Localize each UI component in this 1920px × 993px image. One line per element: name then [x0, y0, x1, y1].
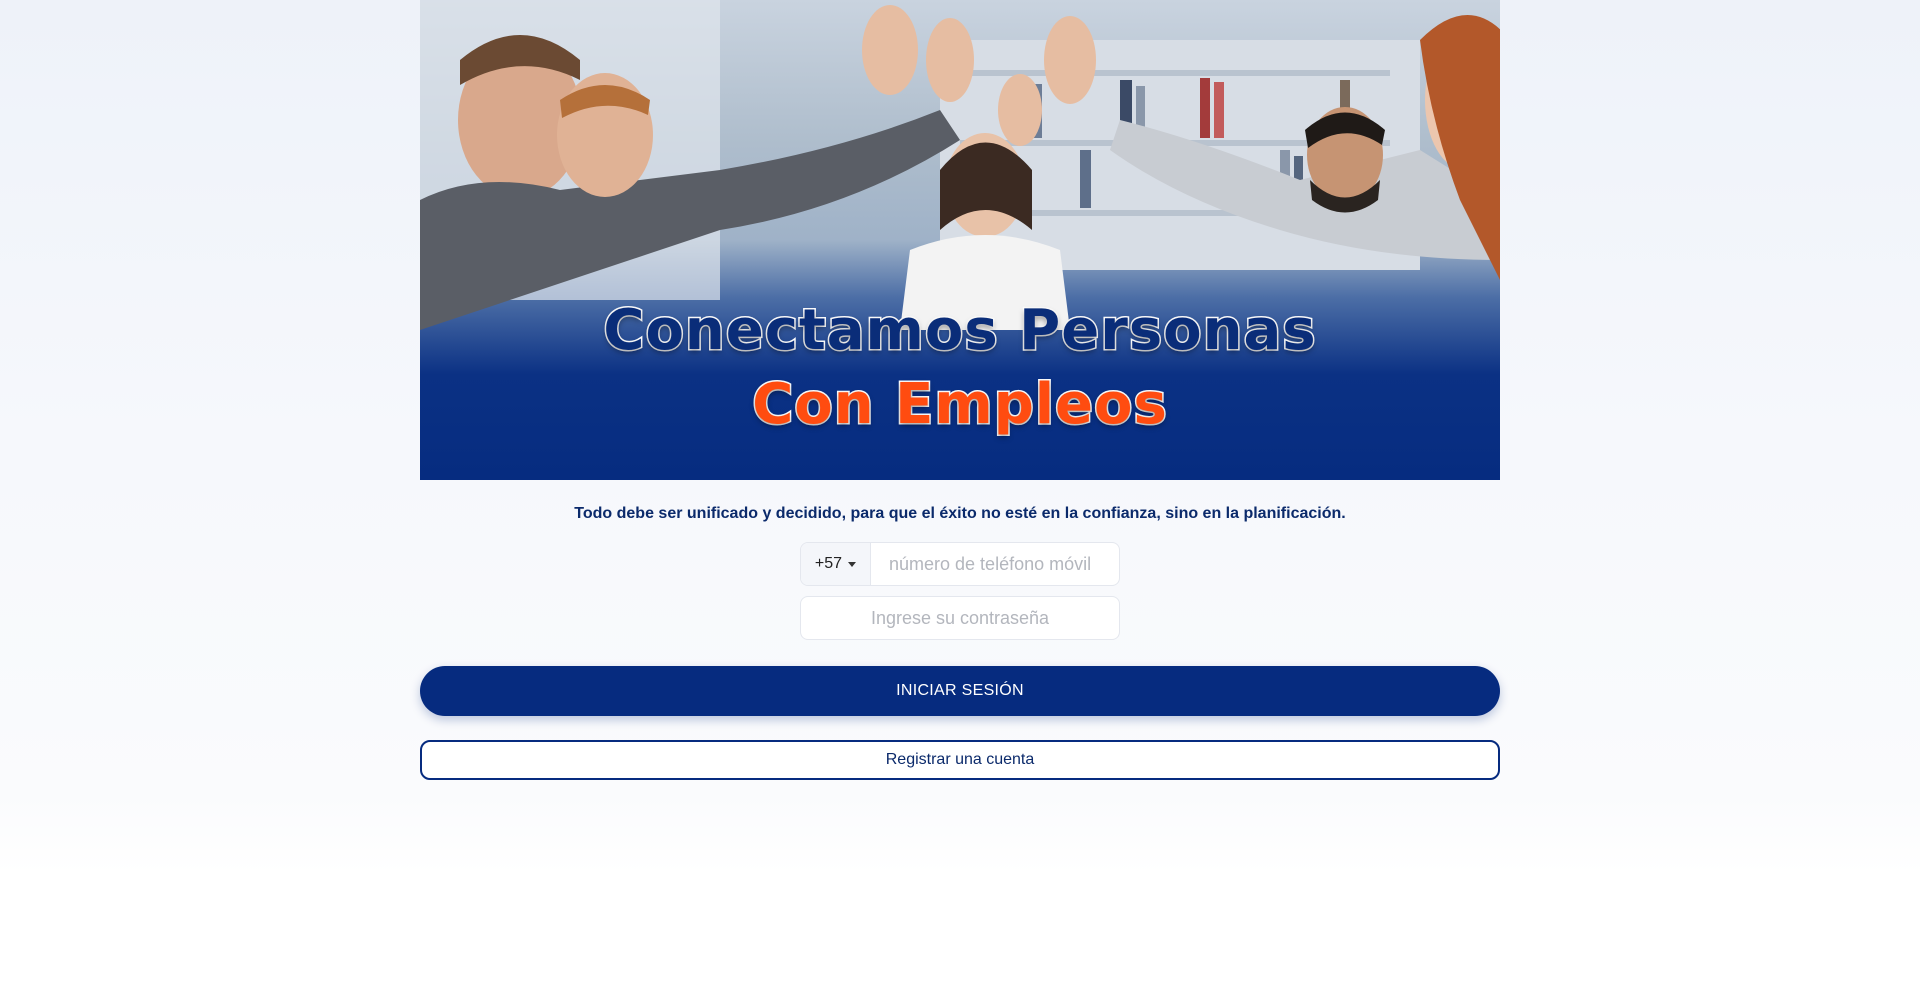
password-input-group — [800, 596, 1120, 640]
login-page: Conectamos Personas Con Empleos Todo deb… — [420, 0, 1500, 780]
country-code-label: +57 — [814, 555, 843, 572]
password-input[interactable] — [801, 597, 1119, 639]
country-code-dropdown[interactable]: +57 — [801, 543, 871, 585]
tagline: Todo debe ser unificado y decidido, para… — [574, 505, 1346, 522]
chevron-down-icon — [848, 562, 857, 567]
hero-banner: Conectamos Personas Con Empleos — [420, 0, 1500, 480]
login-form: +57 — [800, 542, 1120, 640]
register-account-button[interactable]: Registrar una cuenta — [420, 740, 1500, 780]
phone-input-group: +57 — [800, 542, 1120, 586]
hero-headline-line1: Conectamos Personas — [602, 297, 1317, 365]
phone-number-input[interactable] — [871, 543, 1119, 585]
hero-headline-line2: Con Empleos — [751, 371, 1169, 439]
login-button[interactable]: INICIAR SESIÓN — [420, 666, 1500, 716]
